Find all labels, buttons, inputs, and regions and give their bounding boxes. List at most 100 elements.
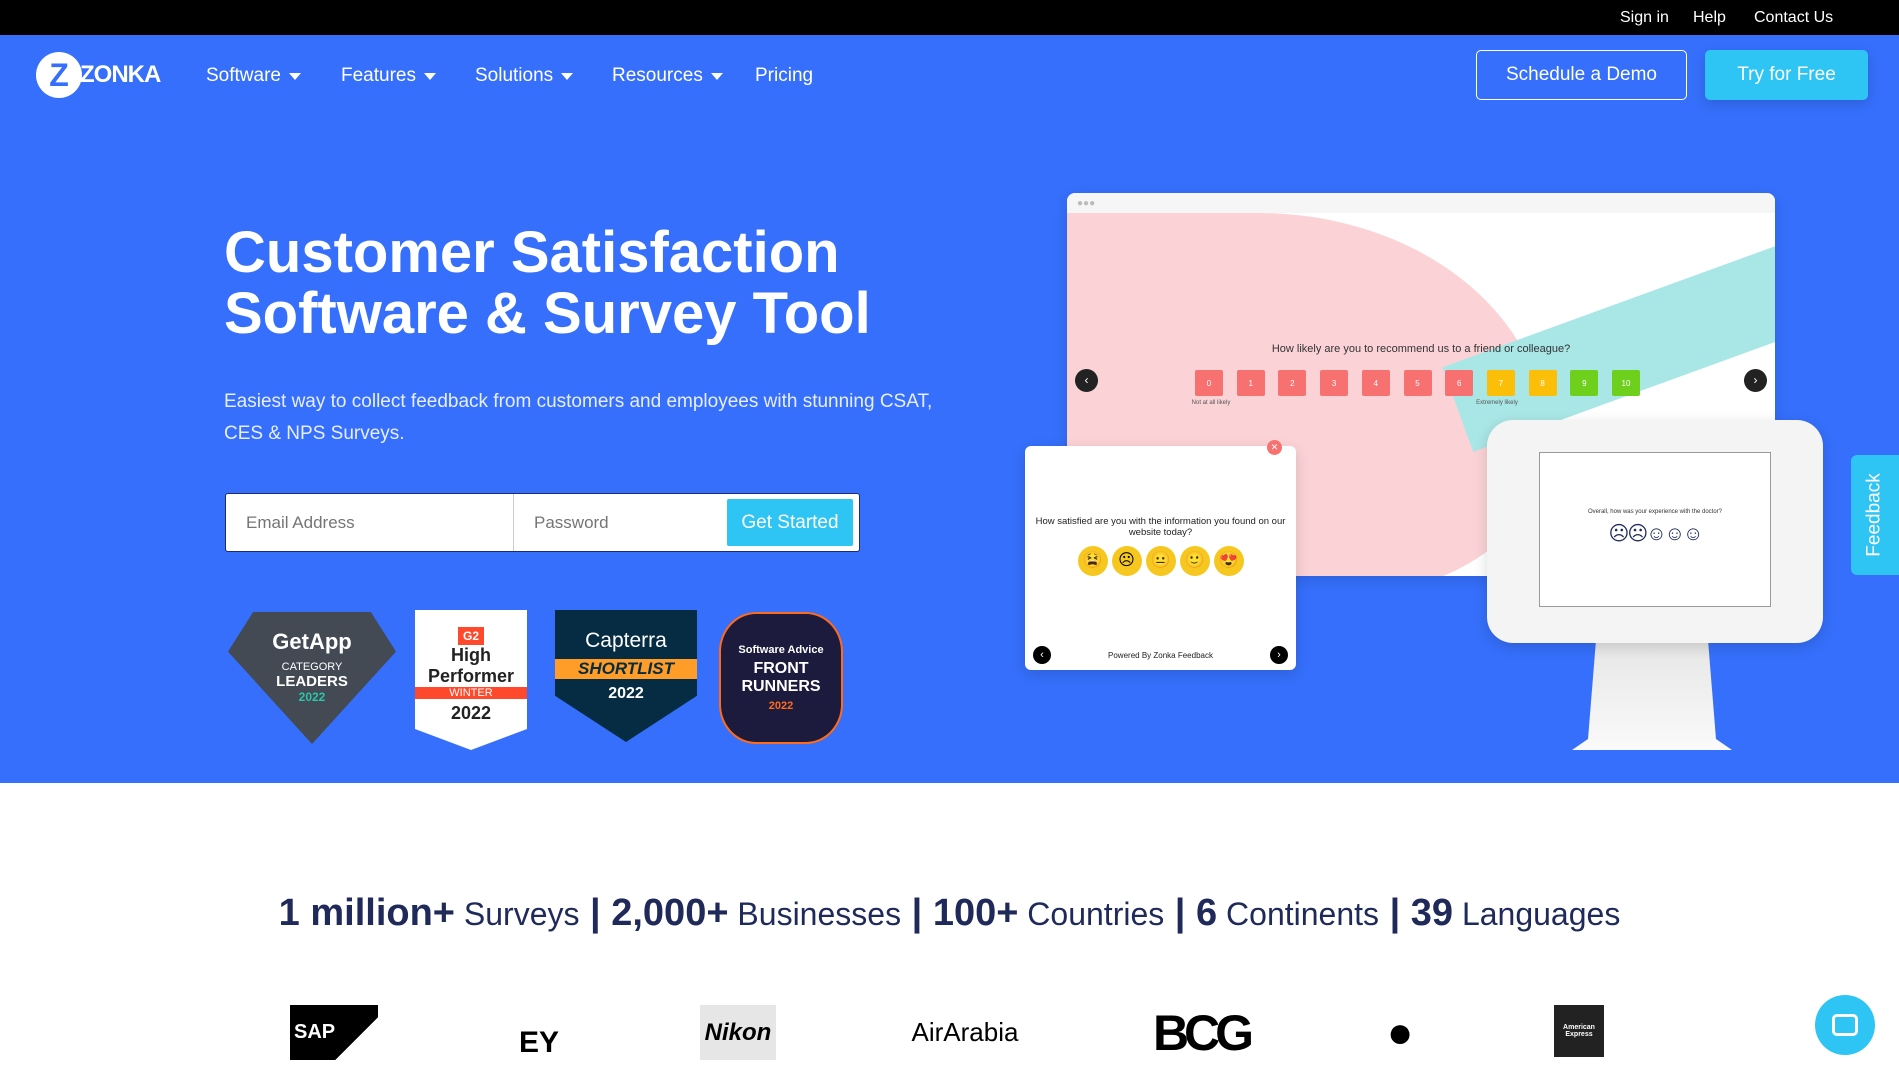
stat-label: Countries (1027, 896, 1165, 932)
chevron-down-icon (710, 72, 723, 80)
software-advice-badge: Software Advice FRONT RUNNERS 2022 (719, 612, 843, 744)
client-logo-nikon: Nikon (700, 1005, 776, 1060)
nps-option[interactable]: 2 (1278, 370, 1307, 396)
nav-pricing[interactable]: Pricing (755, 65, 813, 87)
nps-option[interactable]: 3 (1320, 370, 1349, 396)
window-dots-icon: ●●● (1067, 193, 1775, 213)
next-arrow-icon[interactable]: › (1744, 369, 1767, 392)
badge-year: 2022 (768, 700, 794, 712)
nps-low-label: Not at all likely (1191, 400, 1231, 406)
stat-label: Languages (1461, 896, 1621, 932)
nav-label: Pricing (755, 65, 814, 86)
chevron-down-icon (423, 72, 436, 80)
stat-label: Surveys (463, 896, 580, 932)
nps-option[interactable]: 6 (1445, 370, 1474, 396)
nav-label: Features (341, 65, 416, 86)
logo-text: ZONKA (80, 61, 161, 88)
nav-label: Solutions (475, 65, 554, 86)
client-logo-sap: SAP (290, 1005, 378, 1060)
separator: | (1164, 892, 1196, 934)
try-for-free-button[interactable]: Try for Free (1705, 50, 1868, 100)
apple-logo-icon: ● (1386, 1007, 1414, 1057)
nps-option[interactable]: 10 (1612, 370, 1640, 396)
badge-text: Performer (427, 665, 515, 686)
stats-banner: 1 million+ Surveys | 2,000+ Businesses |… (0, 892, 1899, 935)
neutral-face-icon[interactable]: 😐 (1145, 546, 1176, 576)
popup-survey-mockup: ✕ How satisfied are you with the informa… (1025, 440, 1296, 670)
nps-option[interactable]: 8 (1528, 370, 1557, 396)
nav-solutions[interactable]: Solutions (475, 65, 574, 87)
badge-text: WINTER (415, 686, 527, 699)
stat-number: 6 (1196, 892, 1218, 934)
kiosk-stand (1572, 640, 1732, 750)
chat-icon (1832, 1014, 1858, 1036)
badge-text: SHORTLIST (555, 659, 697, 679)
kiosk-tablet-mockup: Overall, how was your experience with th… (1487, 420, 1823, 643)
nps-option[interactable]: 7 (1486, 370, 1515, 396)
badge-text: FRONT (753, 660, 809, 677)
nps-option[interactable]: 9 (1570, 370, 1599, 396)
signup-form: Get Started (225, 493, 860, 552)
love-face-icon[interactable]: 😍 (1213, 546, 1244, 576)
stat-number: 100+ (932, 892, 1019, 934)
title-line: Customer Satisfaction (224, 220, 840, 285)
crying-face-icon[interactable]: 😫 (1077, 546, 1108, 576)
schedule-demo-button[interactable]: Schedule a Demo (1476, 50, 1687, 100)
badge-year: 2022 (298, 689, 326, 704)
badge-year: 2022 (450, 702, 492, 723)
badge-brand: G2 (457, 626, 484, 645)
client-logo-airarabia: AirArabia (911, 1017, 1019, 1047)
email-input[interactable] (226, 494, 514, 551)
contact-us-link[interactable]: Contact Us (1754, 9, 1833, 27)
nps-question: How likely are you to recommend us to a … (1271, 343, 1571, 355)
badge-brand: GetApp (272, 628, 352, 654)
chevron-down-icon (561, 72, 574, 80)
popup-footer: Powered By Zonka Feedback (1108, 651, 1213, 660)
separator: | (579, 892, 612, 934)
nav-software[interactable]: Software (206, 65, 301, 87)
badge-brand: Capterra (585, 629, 667, 652)
nps-option[interactable]: 5 (1403, 370, 1432, 396)
badge-text: RUNNERS (741, 678, 821, 695)
chat-button[interactable] (1815, 995, 1875, 1055)
badge-brand: Software Advice (738, 644, 824, 656)
page-title: Customer Satisfaction Software & Survey T… (224, 222, 1024, 344)
client-logo-ey: EY (518, 1026, 560, 1059)
feedback-tab-label: Feedback (1864, 473, 1886, 557)
nps-option[interactable]: 1 (1236, 370, 1265, 396)
nps-option[interactable]: 4 (1361, 370, 1390, 396)
badge-text: High (451, 644, 491, 665)
emoji-rating: 😫 ☹ 😐 🙂 😍 (1025, 546, 1296, 576)
zonka-logo[interactable]: Z ZONKA (36, 52, 161, 98)
nps-option[interactable]: 0 (1195, 370, 1223, 396)
stat-number: 39 (1410, 892, 1454, 934)
badge-year: 2022 (608, 685, 644, 702)
separator: | (901, 892, 933, 934)
nav-label: Software (206, 65, 281, 86)
nps-high-label: Extremely likely (1476, 400, 1518, 406)
sad-face-icon[interactable]: ☹ (1111, 546, 1142, 576)
popup-question: How satisfied are you with the informati… (1035, 516, 1286, 538)
nav-label: Resources (612, 65, 703, 86)
top-utility-bar: Sign in Help Contact Us (0, 0, 1899, 35)
get-started-button[interactable]: Get Started (727, 499, 853, 546)
stat-label: Continents (1226, 896, 1380, 932)
hero-subtitle: Easiest way to collect feedback from cus… (224, 391, 933, 444)
sign-in-link[interactable]: Sign in (1620, 9, 1669, 27)
chevron-down-icon (288, 72, 301, 80)
badge-text: LEADERS (276, 672, 348, 690)
nav-resources[interactable]: Resources (612, 65, 723, 87)
nav-features[interactable]: Features (341, 65, 436, 87)
help-link[interactable]: Help (1693, 9, 1726, 27)
client-logo-amex: American Express (1554, 1005, 1604, 1057)
separator: | (1379, 892, 1411, 934)
face-rating-icons[interactable]: ☹☹☺☺☺ (1540, 521, 1770, 546)
prev-arrow-icon[interactable]: ‹ (1075, 369, 1098, 392)
smile-face-icon[interactable]: 🙂 (1179, 546, 1210, 576)
password-input[interactable] (514, 494, 724, 551)
logo-z-icon: Z (36, 52, 82, 98)
stat-number: 2,000+ (611, 892, 729, 934)
stat-label: Businesses (737, 896, 902, 932)
close-icon[interactable]: ✕ (1267, 440, 1282, 455)
feedback-tab[interactable]: Feedback (1851, 455, 1899, 575)
